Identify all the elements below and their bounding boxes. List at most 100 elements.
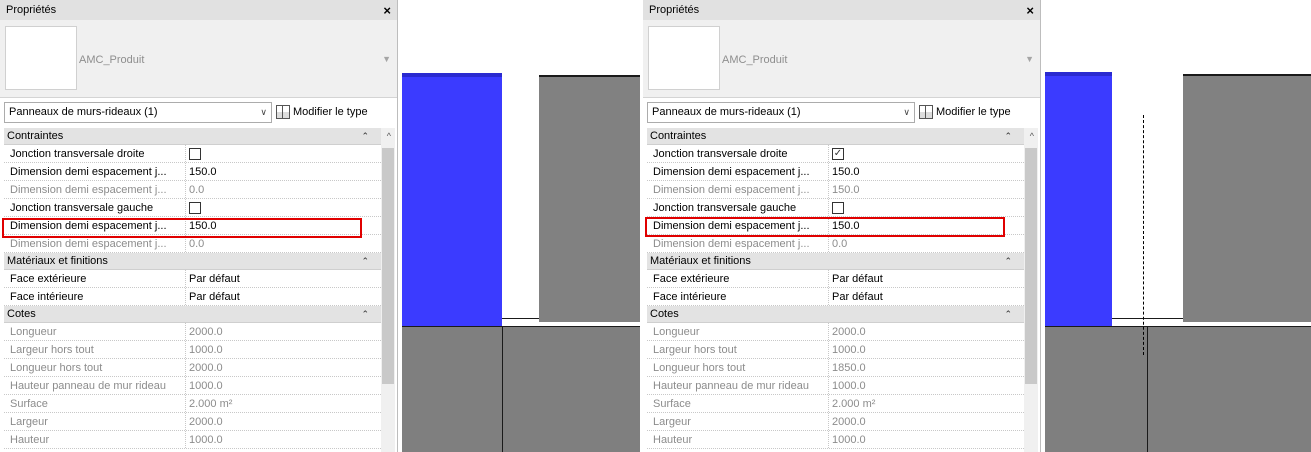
group-header-dimensions[interactable]: Cotes ⌃ — [647, 306, 1032, 323]
property-label: Dimension demi espacement j... — [4, 235, 186, 252]
instance-filter-dropdown[interactable]: Panneaux de murs-rideaux (1) ∨ — [4, 101, 272, 123]
scroll-up-icon[interactable]: ^ — [387, 131, 391, 141]
group-label: Cotes — [7, 308, 36, 320]
type-selector-preview[interactable]: AMC_Produit ▼ — [643, 20, 1040, 98]
wall-upper — [539, 75, 640, 322]
property-value[interactable]: Par défaut — [829, 288, 1032, 305]
property-row[interactable]: Dimension demi espacement j... 150.0 — [4, 217, 389, 235]
property-row[interactable]: Jonction transversale droite ✓ — [647, 145, 1032, 163]
property-row[interactable]: Dimension demi espacement j... 150.0 — [647, 217, 1032, 235]
property-label: Largeur hors tout — [647, 341, 829, 358]
property-row[interactable]: Face intérieure Par défaut — [647, 288, 1032, 306]
checkbox[interactable] — [189, 147, 201, 160]
property-row[interactable]: Jonction transversale gauche — [647, 199, 1032, 217]
drawing-view-right[interactable] — [1041, 0, 1311, 452]
collapse-icon[interactable]: ⌃ — [1004, 309, 1012, 320]
joint-line — [502, 318, 539, 319]
property-value: 2000.0 — [189, 415, 223, 428]
type-selector-preview[interactable]: AMC_Produit ▼ — [0, 20, 397, 98]
panel-titlebar: Propriétés × — [643, 0, 1040, 20]
checkbox[interactable] — [189, 201, 201, 214]
property-label: Jonction transversale droite — [647, 145, 829, 162]
panel-titlebar: Propriétés × — [0, 0, 397, 20]
chevron-down-icon[interactable]: ▼ — [382, 54, 391, 64]
property-value[interactable]: 150.0 — [829, 217, 1032, 234]
group-header-constraints[interactable]: Contraintes ⌃ — [647, 128, 1032, 145]
property-value[interactable]: 150.0 — [186, 217, 389, 234]
property-row: Longueur hors tout 1850.0 — [647, 359, 1032, 377]
edit-type-label: Modifier le type — [293, 106, 368, 118]
property-row[interactable]: Face extérieure Par défaut — [4, 270, 389, 288]
collapse-icon[interactable]: ⌃ — [361, 256, 369, 267]
instance-filter-dropdown[interactable]: Panneaux de murs-rideaux (1) ∨ — [647, 101, 915, 123]
checkbox-checked[interactable]: ✓ — [832, 147, 844, 160]
property-value[interactable]: Par défaut — [186, 288, 389, 305]
edit-type-button[interactable]: Modifier le type — [276, 105, 368, 119]
property-label: Dimension demi espacement j... — [647, 217, 829, 234]
panel-title: Propriétés — [6, 4, 57, 16]
scrollbar-thumb[interactable] — [1025, 148, 1037, 384]
property-value: 1000.0 — [832, 379, 866, 392]
group-header-constraints[interactable]: Contraintes ⌃ — [4, 128, 389, 145]
group-header-materials[interactable]: Matériaux et finitions ⌃ — [647, 253, 1032, 270]
collapse-icon[interactable]: ⌃ — [1004, 131, 1012, 142]
property-row: Dimension demi espacement j... 0.0 — [4, 181, 389, 199]
scrollbar-thumb[interactable] — [382, 148, 394, 384]
property-label: Dimension demi espacement j... — [4, 163, 186, 180]
property-label: Hauteur panneau de mur rideau — [647, 377, 829, 394]
scroll-up-icon[interactable]: ^ — [1030, 131, 1034, 141]
properties-panel-left: Propriétés × AMC_Produit ▼ Panneaux de m… — [0, 0, 398, 452]
panel-title: Propriétés — [649, 4, 700, 16]
joint-line — [1112, 318, 1183, 319]
property-row[interactable]: Jonction transversale gauche — [4, 199, 389, 217]
floor-line — [402, 326, 640, 327]
properties-grid: Contraintes ⌃ Jonction transversale droi… — [4, 128, 389, 449]
property-row: Surface 2.000 m² — [647, 395, 1032, 413]
property-label: Largeur — [4, 413, 186, 430]
group-label: Contraintes — [7, 130, 64, 142]
group-header-dimensions[interactable]: Cotes ⌃ — [4, 306, 389, 323]
collapse-icon[interactable]: ⌃ — [1004, 256, 1012, 267]
properties-grid: Contraintes ⌃ Jonction transversale droi… — [647, 128, 1032, 449]
property-value: 2000.0 — [189, 325, 223, 338]
group-header-materials[interactable]: Matériaux et finitions ⌃ — [4, 253, 389, 270]
edit-type-label: Modifier le type — [936, 106, 1011, 118]
property-value: 1000.0 — [832, 343, 866, 356]
reference-dashed-line — [1143, 115, 1144, 355]
divider-line — [1147, 326, 1148, 452]
chevron-down-icon[interactable]: ▼ — [1025, 54, 1034, 64]
drawing-view-left[interactable] — [398, 0, 640, 452]
property-value[interactable]: Par défaut — [186, 270, 389, 287]
chevron-down-icon: ∨ — [903, 106, 910, 117]
collapse-icon[interactable]: ⌃ — [361, 309, 369, 320]
edit-type-button[interactable]: Modifier le type — [919, 105, 1011, 119]
checkbox[interactable] — [832, 201, 844, 214]
property-value[interactable]: Par défaut — [829, 270, 1032, 287]
property-row: Longueur 2000.0 — [4, 323, 389, 341]
wall-upper — [1183, 74, 1311, 322]
property-row[interactable]: Face extérieure Par défaut — [647, 270, 1032, 288]
property-row: Dimension demi espacement j... 0.0 — [647, 235, 1032, 253]
property-value: 150.0 — [832, 183, 860, 196]
property-value[interactable]: 150.0 — [829, 163, 1032, 180]
chevron-down-icon: ∨ — [260, 106, 267, 117]
property-value: 2000.0 — [832, 415, 866, 428]
wall-edge-line — [1183, 74, 1311, 76]
property-row: Hauteur 1000.0 — [4, 431, 389, 449]
property-row[interactable]: Dimension demi espacement j... 150.0 — [4, 163, 389, 181]
property-label: Face extérieure — [4, 270, 186, 287]
collapse-icon[interactable]: ⌃ — [361, 131, 369, 142]
property-label: Face intérieure — [647, 288, 829, 305]
property-label: Dimension demi espacement j... — [647, 235, 829, 252]
property-label: Face extérieure — [647, 270, 829, 287]
property-row[interactable]: Face intérieure Par défaut — [4, 288, 389, 306]
property-row[interactable]: Jonction transversale droite — [4, 145, 389, 163]
property-value: 2.000 m² — [832, 397, 876, 410]
property-label: Dimension demi espacement j... — [647, 163, 829, 180]
close-icon[interactable]: × — [1026, 3, 1034, 18]
property-value: 0.0 — [189, 237, 205, 250]
property-row[interactable]: Dimension demi espacement j... 150.0 — [647, 163, 1032, 181]
property-row: Dimension demi espacement j... 150.0 — [647, 181, 1032, 199]
close-icon[interactable]: × — [383, 3, 391, 18]
property-value[interactable]: 150.0 — [186, 163, 389, 180]
